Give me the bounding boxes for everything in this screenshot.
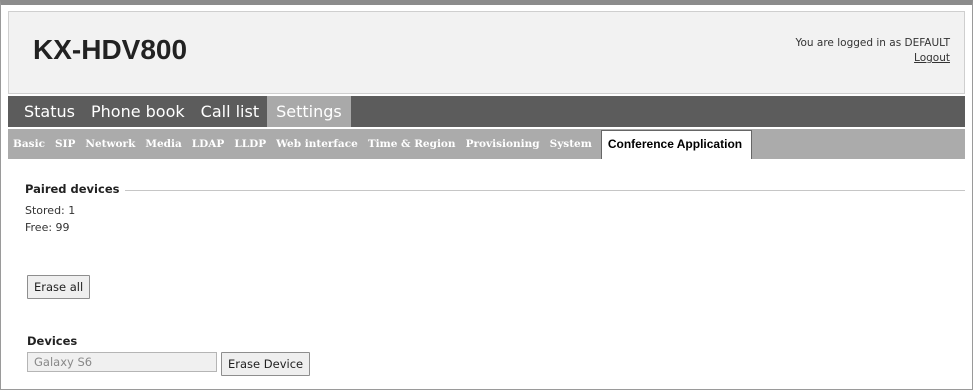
subtab-conference-application[interactable]: Conference Application	[600, 130, 753, 159]
page-header: KX-HDV800 You are logged in as DEFAULT L…	[8, 11, 965, 94]
tab-phone-book[interactable]: Phone book	[83, 96, 193, 127]
app-title: KX-HDV800	[33, 34, 188, 65]
free-count: Free: 99	[25, 221, 70, 234]
subtab-media[interactable]: Media	[140, 138, 186, 159]
stats-block: Stored: 1 Free: 99	[25, 202, 965, 236]
subtab-web-interface[interactable]: Web interface	[271, 138, 363, 159]
settings-sub-nav: Basic SIP Network Media LDAP LLDP Web in…	[8, 129, 965, 159]
login-info: You are logged in as DEFAULT Logout	[795, 36, 950, 66]
subtab-sip[interactable]: SIP	[50, 138, 80, 159]
tab-status[interactable]: Status	[8, 96, 83, 127]
logged-in-text: You are logged in as DEFAULT	[795, 37, 950, 49]
subtab-system[interactable]: System	[545, 138, 597, 159]
subtab-ldap[interactable]: LDAP	[187, 138, 230, 159]
subtab-time-region[interactable]: Time & Region	[363, 138, 461, 159]
tab-settings[interactable]: Settings	[267, 96, 351, 127]
erase-all-button[interactable]: Erase all	[27, 275, 91, 299]
erase-device-button[interactable]: Erase Device	[221, 352, 311, 376]
tab-call-list[interactable]: Call list	[193, 96, 267, 127]
device-row: Erase Device	[27, 352, 311, 376]
logout-link[interactable]: Logout	[914, 52, 950, 64]
fieldset-divider	[25, 190, 965, 191]
devices-title: Devices	[27, 334, 78, 348]
paired-devices-fieldset: Paired devices	[25, 182, 965, 196]
subtab-network[interactable]: Network	[80, 138, 140, 159]
device-name-field[interactable]	[27, 352, 217, 372]
main-nav: Status Phone book Call list Settings	[8, 96, 965, 127]
subtab-basic[interactable]: Basic	[8, 138, 50, 159]
stored-count: Stored: 1	[25, 204, 76, 217]
conference-application-panel: Paired devices Stored: 1 Free: 99 Erase …	[25, 182, 965, 376]
subtab-lldp[interactable]: LLDP	[229, 138, 271, 159]
paired-devices-legend: Paired devices	[25, 182, 126, 196]
subtab-provisioning[interactable]: Provisioning	[461, 138, 545, 159]
